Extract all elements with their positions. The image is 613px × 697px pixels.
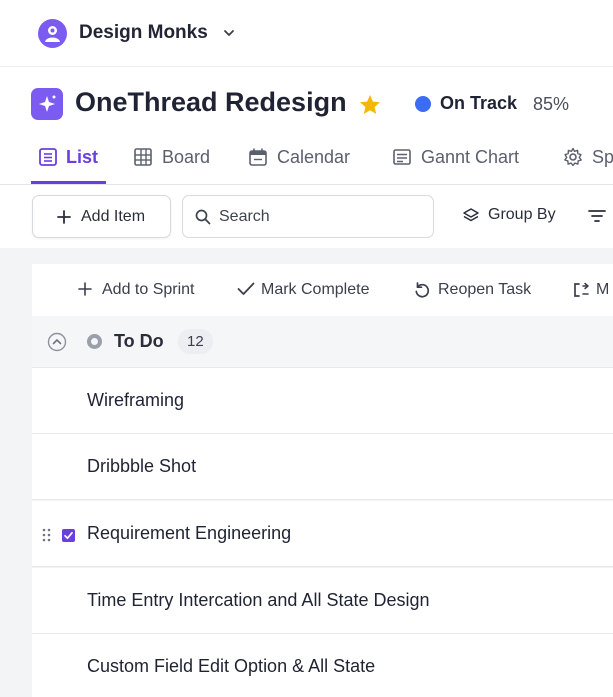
tab-label: List [66,147,99,167]
workspace-logo-icon[interactable] [38,19,67,48]
view-tabs: List Board Calendar Gannt Chart Sp [0,135,613,185]
task-name[interactable]: Custom Field Edit Option & All State [87,656,375,677]
task-name[interactable]: Requirement Engineering [87,523,291,544]
grid-icon [134,148,152,166]
add-item-label: Add Item [81,208,146,225]
task-name[interactable]: Dribbble Shot [87,456,196,477]
task-row-selected[interactable]: Requirement Engineering [32,501,613,567]
workspace-name[interactable]: Design Monks [79,22,208,44]
list-icon [39,148,57,166]
workspace-header: Design Monks [0,0,613,67]
chevron-down-icon[interactable] [222,26,236,45]
status-ring-icon [87,334,102,349]
active-tab-indicator [31,181,106,184]
add-item-button[interactable]: Add Item [32,195,171,238]
action-label: Add to Sprint [102,281,195,298]
status-label[interactable]: On Track [440,93,517,114]
toolbar: Add Item Group By [0,185,613,248]
tab-label: Gannt Chart [421,147,520,167]
tab-board[interactable]: Board [133,135,223,184]
reopen-icon [415,282,430,298]
plus-icon [78,282,92,296]
search-icon [195,209,211,225]
search-box[interactable] [182,195,434,238]
tab-calendar[interactable]: Calendar [248,135,363,184]
plus-icon [57,210,71,224]
layers-icon [463,208,479,222]
move-icon [574,282,589,297]
row-checkbox[interactable] [62,529,75,542]
status-indicator-icon [415,96,431,112]
task-name[interactable]: Time Entry Intercation and All State Des… [87,590,430,611]
tab-settings[interactable]: Sp [563,135,613,184]
project-sparkle-icon [31,88,63,120]
group-by-label: Group By [488,206,556,223]
tab-label: Sp [592,147,613,167]
task-row[interactable]: Time Entry Intercation and All State Des… [32,568,613,634]
tab-list[interactable]: List [38,135,106,184]
bulk-actions-bar: Add to Sprint Mark Complete Reopen Task … [32,264,613,316]
group-by-button[interactable]: Group By [462,205,572,229]
group-label: To Do [114,331,164,351]
status-percent: 85% [533,94,570,114]
check-icon [237,282,255,295]
task-row[interactable]: Dribbble Shot [32,434,613,500]
search-input[interactable] [219,206,419,228]
group-count-badge: 12 [178,329,213,354]
task-row[interactable]: Custom Field Edit Option & All State [32,634,613,697]
tab-label: Board [162,147,211,167]
filter-icon[interactable] [588,209,606,228]
group-header-to-do: To Do 12 [32,316,613,368]
task-name[interactable]: Wireframing [87,390,184,411]
gear-icon [564,147,582,167]
calendar-icon [249,148,267,166]
collapse-icon[interactable] [47,332,67,357]
action-label: M [596,281,610,298]
task-row[interactable]: Wireframing [32,368,613,434]
star-icon[interactable] [358,93,382,122]
tab-gantt-chart[interactable]: Gannt Chart [392,135,534,184]
action-label: Reopen Task [438,281,532,298]
drag-handle-icon[interactable] [42,528,51,547]
tab-label: Calendar [277,147,351,167]
action-label: Mark Complete [261,281,370,298]
project-title: OneThread Redesign [75,87,347,117]
gantt-icon [393,149,411,165]
